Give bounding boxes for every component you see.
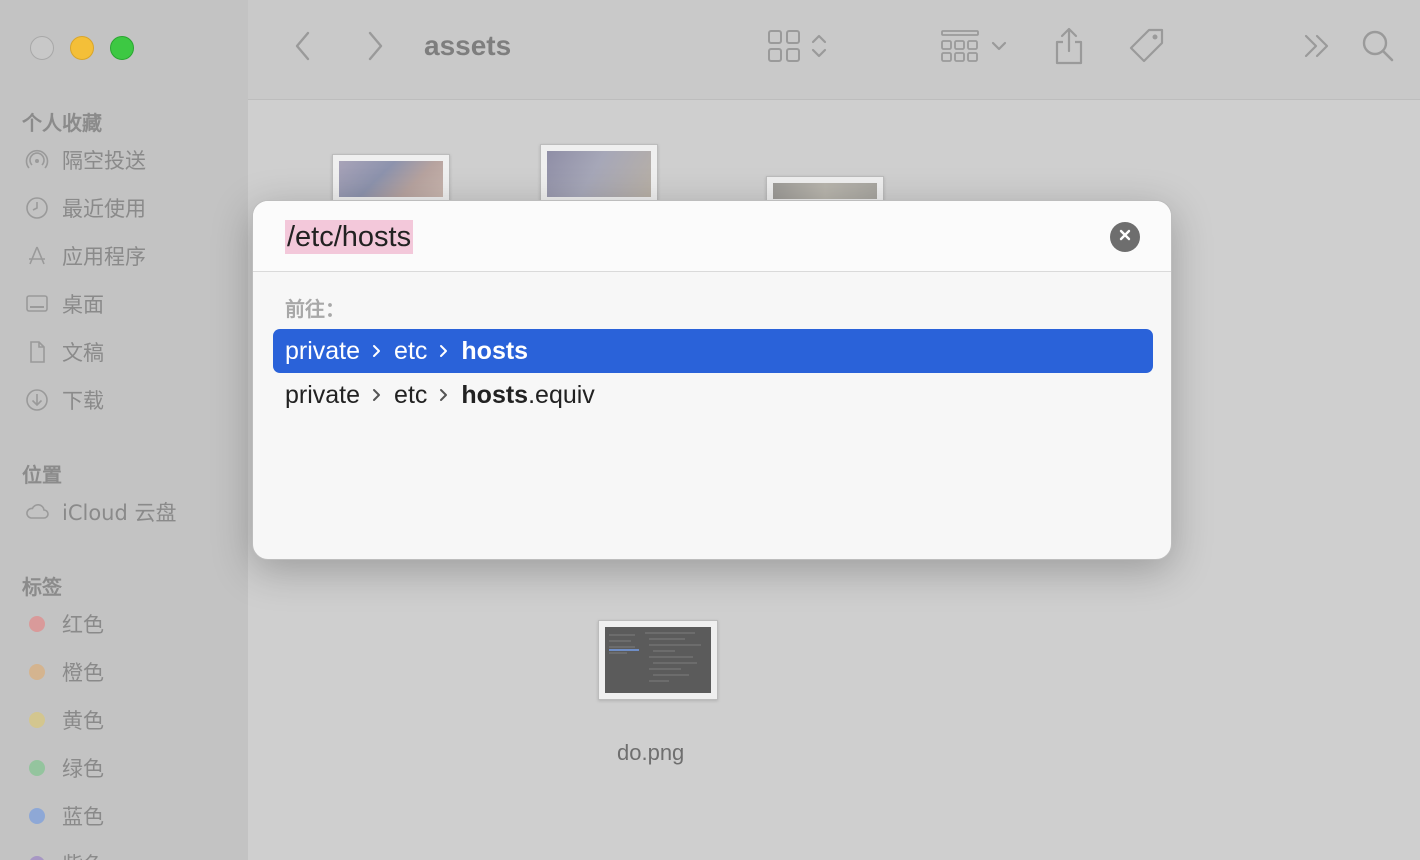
- path-segment: private: [285, 336, 361, 365]
- chevron-up-down-icon: [811, 31, 827, 66]
- desktop-icon: [24, 291, 50, 317]
- sidebar-item-airdrop[interactable]: 隔空投送: [24, 143, 146, 177]
- sidebar-tag-blue[interactable]: 蓝色: [24, 799, 104, 833]
- window-controls: [30, 36, 134, 60]
- sidebar-item-label: 最近使用: [62, 197, 146, 221]
- sidebar-tag-yellow[interactable]: 黄色: [24, 703, 104, 737]
- view-mode-button[interactable]: [762, 28, 832, 68]
- chevron-down-icon: [991, 39, 1007, 57]
- chevron-right-icon: [365, 30, 385, 67]
- sidebar-item-label: 隔空投送: [62, 149, 146, 173]
- airdrop-icon: [24, 147, 50, 173]
- sidebar-item-label: 蓝色: [62, 805, 104, 829]
- applications-icon: [24, 243, 50, 269]
- toolbar: assets: [248, 0, 1420, 100]
- sidebar-item-label: 紫色: [62, 849, 104, 860]
- sidebar-tag-purple[interactable]: 紫色: [24, 847, 104, 860]
- back-button[interactable]: [288, 28, 318, 68]
- clear-input-button[interactable]: [1110, 222, 1140, 252]
- clock-icon: [24, 195, 50, 221]
- share-button[interactable]: [1050, 26, 1088, 71]
- cloud-icon: [24, 499, 50, 525]
- sidebar-item-label: 桌面: [62, 293, 104, 317]
- chevron-right-icon: [439, 344, 449, 358]
- file-thumbnail[interactable]: [598, 620, 718, 700]
- sidebar-item-icloud[interactable]: iCloud 云盘: [24, 495, 177, 529]
- path-suffix: .equiv: [528, 380, 595, 409]
- go-to-folder-dialog: /etc/hosts 前往： private etc hosts private…: [252, 200, 1172, 560]
- tag-dot-icon: [29, 808, 45, 824]
- path-match: hosts: [461, 380, 529, 409]
- sidebar-item-label: 绿色: [62, 757, 104, 781]
- favorites-section-title: 个人收藏: [22, 111, 102, 135]
- search-button[interactable]: [1360, 28, 1396, 68]
- chevron-right-icon: [372, 344, 382, 358]
- sidebar-item-label: 黄色: [62, 709, 104, 733]
- sidebar: 个人收藏 隔空投送 最近使用 应用程序 桌面 文稿 下载 位置 iCloud 云…: [0, 0, 248, 860]
- tag-icon: [1127, 26, 1167, 71]
- minimize-window-button[interactable]: [70, 36, 94, 60]
- sidebar-item-recents[interactable]: 最近使用: [24, 191, 146, 225]
- sidebar-item-label: 橙色: [62, 661, 104, 685]
- path-suggestion-item[interactable]: private etc hosts: [273, 329, 1153, 373]
- path-segment: etc: [394, 336, 428, 365]
- tag-dot-icon: [29, 712, 45, 728]
- tag-dot-icon: [29, 664, 45, 680]
- double-chevron-right-icon: [1302, 33, 1332, 64]
- image-preview: [605, 627, 711, 693]
- path-match: hosts: [461, 336, 529, 365]
- close-icon: [1118, 228, 1132, 247]
- sidebar-item-documents[interactable]: 文稿: [24, 335, 104, 369]
- tag-dot-icon: [29, 616, 45, 632]
- maximize-window-button[interactable]: [110, 36, 134, 60]
- go-to-label: 前往：: [285, 297, 345, 321]
- file-name: do.png: [617, 740, 685, 765]
- image-preview: [773, 183, 877, 199]
- locations-section-title: 位置: [22, 463, 62, 487]
- forward-button[interactable]: [360, 28, 390, 68]
- sidebar-item-label: 应用程序: [62, 245, 146, 269]
- chevron-right-icon: [372, 388, 382, 402]
- sidebar-item-label: iCloud 云盘: [62, 501, 177, 525]
- sidebar-item-desktop[interactable]: 桌面: [24, 287, 104, 321]
- document-icon: [24, 339, 50, 365]
- tag-dot-icon: [29, 760, 45, 776]
- tags-section-title: 标签: [22, 575, 62, 599]
- sidebar-item-label: 下载: [62, 389, 104, 413]
- path-segment: etc: [394, 380, 428, 409]
- file-thumbnail[interactable]: [332, 154, 450, 204]
- chevron-left-icon: [293, 30, 313, 67]
- file-thumbnail[interactable]: [540, 144, 658, 204]
- group-by-button[interactable]: [938, 28, 1010, 68]
- sidebar-tag-red[interactable]: 红色: [24, 607, 104, 641]
- sidebar-item-label: 红色: [62, 613, 104, 637]
- tag-button[interactable]: [1126, 28, 1168, 68]
- sidebar-tag-green[interactable]: 绿色: [24, 751, 104, 785]
- sidebar-item-downloads[interactable]: 下载: [24, 383, 104, 417]
- path-suggestion-item[interactable]: private etc hosts .equiv: [273, 373, 1153, 417]
- more-toolbar-button[interactable]: [1300, 28, 1334, 68]
- path-segment: private: [285, 380, 361, 409]
- path-input[interactable]: /etc/hosts: [285, 220, 414, 254]
- chevron-right-icon: [439, 388, 449, 402]
- close-window-button[interactable]: [30, 36, 54, 60]
- download-icon: [24, 387, 50, 413]
- sidebar-item-label: 文稿: [62, 341, 104, 365]
- path-input-row: /etc/hosts: [253, 201, 1171, 272]
- grid-view-icon: [767, 29, 801, 68]
- image-preview: [547, 151, 651, 197]
- sidebar-tag-orange[interactable]: 橙色: [24, 655, 104, 689]
- group-icon: [941, 29, 979, 68]
- share-icon: [1052, 26, 1086, 71]
- search-icon: [1361, 29, 1395, 68]
- tag-dot-icon: [29, 856, 45, 860]
- image-preview: [339, 161, 443, 197]
- sidebar-item-applications[interactable]: 应用程序: [24, 239, 146, 273]
- folder-title: assets: [424, 30, 512, 61]
